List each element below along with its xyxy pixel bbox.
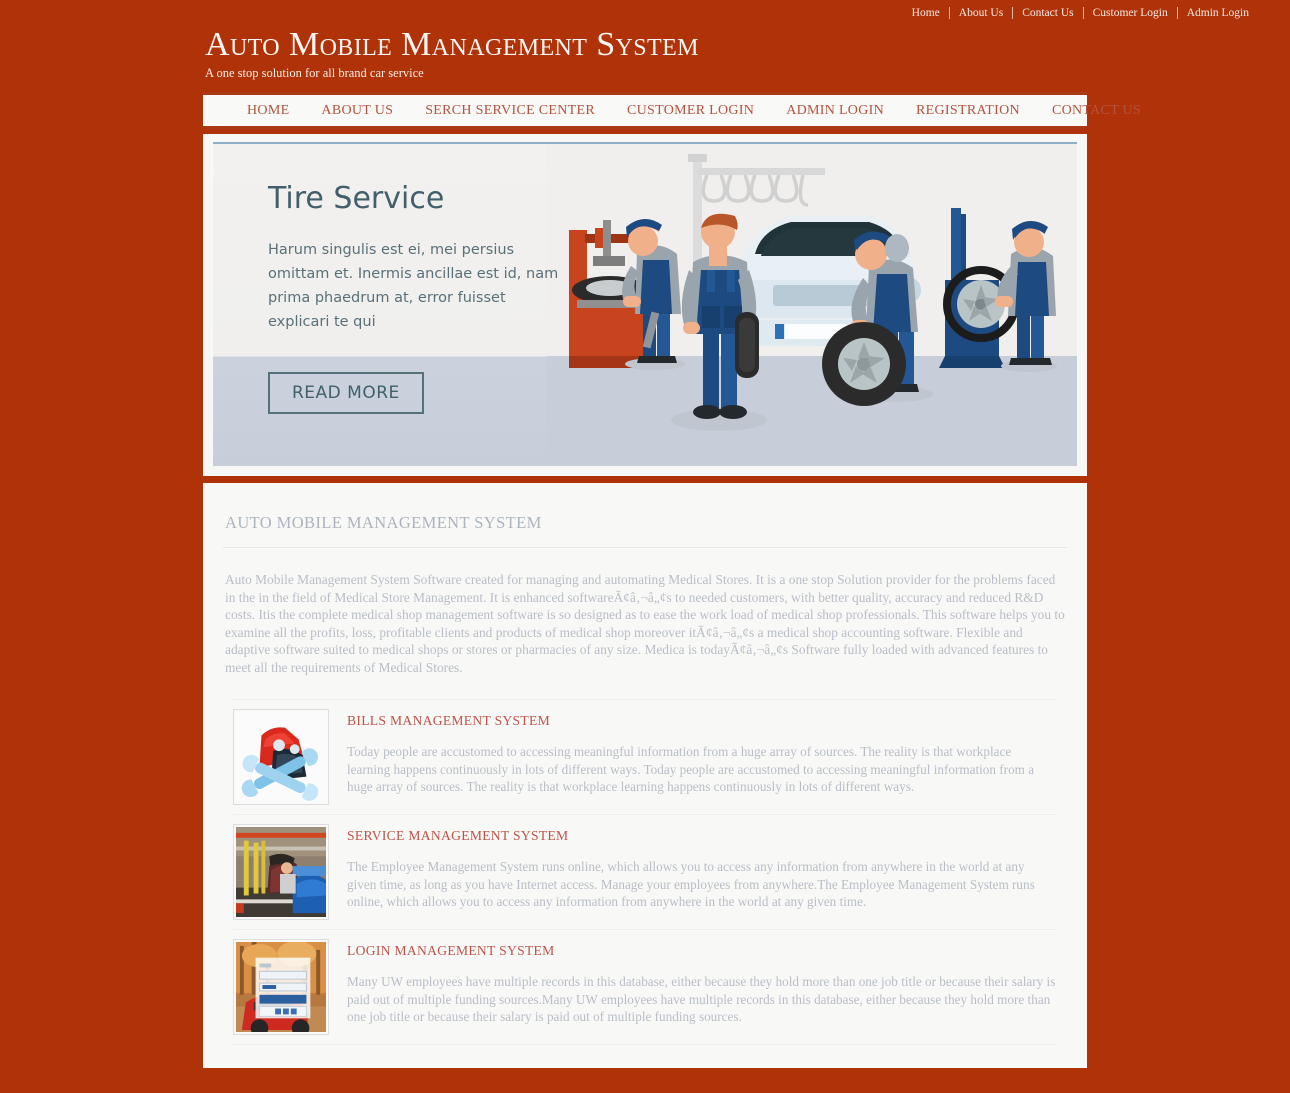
bills-heading: BILLS MANAGEMENT SYSTEM xyxy=(347,713,551,728)
banner-heading: Tire Service xyxy=(268,181,445,216)
loose-wheel xyxy=(822,322,906,406)
page-title: AUTO MOBILE MANAGEMENT SYSTEM xyxy=(225,513,542,532)
site-branding: Auto Mobile Management System A one stop… xyxy=(0,26,1290,81)
bills-body: BILLS MANAGEMENT SYSTEM Today people are… xyxy=(347,709,1057,805)
intro-paragraph: Auto Mobile Management System Software c… xyxy=(225,572,1065,675)
login-text: Many UW employees have multiple records … xyxy=(347,974,1056,1024)
top-link-contact-us[interactable]: Contact Us xyxy=(1013,7,1082,20)
block-divider xyxy=(233,1044,1057,1045)
login-thumbnail[interactable] xyxy=(233,939,329,1035)
block-divider xyxy=(233,699,1057,700)
banner-paragraph: Harum singulis est ei, mei persius omitt… xyxy=(268,242,559,330)
read-more-button[interactable]: READ MORE xyxy=(268,372,424,414)
service-body: SERVICE MANAGEMENT SYSTEM The Employee M… xyxy=(347,824,1057,920)
login-body: LOGIN MANAGEMENT SYSTEM Many UW employee… xyxy=(347,939,1057,1035)
block-divider xyxy=(233,929,1057,930)
site-title: Auto Mobile Management System xyxy=(205,26,699,63)
main-content-card: AUTO MOBILE MANAGEMENT SYSTEM Auto Mobil… xyxy=(203,483,1087,1068)
service-text: The Employee Management System runs onli… xyxy=(347,859,1035,909)
service-thumbnail[interactable] xyxy=(233,824,329,920)
feature-blocks: BILLS MANAGEMENT SYSTEM Today people are… xyxy=(223,699,1067,1045)
nav-item-customer-login[interactable]: CUSTOMER LOGIN xyxy=(611,103,770,119)
main-navigation: HOME ABOUT US SERCH SERVICE CENTER CUSTO… xyxy=(203,92,1141,129)
top-link-home[interactable]: Home xyxy=(903,7,949,20)
top-utility-bar: Home About Us Contact Us Customer Login … xyxy=(0,0,1290,26)
feature-block-service: SERVICE MANAGEMENT SYSTEM The Employee M… xyxy=(223,824,1067,920)
top-link-customer-login[interactable]: Customer Login xyxy=(1084,7,1177,20)
feature-block-bills: BILLS MANAGEMENT SYSTEM Today people are… xyxy=(223,709,1067,805)
feature-block-login: LOGIN MANAGEMENT SYSTEM Many UW employee… xyxy=(223,939,1067,1035)
nav-item-admin-login[interactable]: ADMIN LOGIN xyxy=(770,103,900,119)
nav-item-home[interactable]: HOME xyxy=(203,103,305,119)
red-car-with-wrenches-icon xyxy=(236,712,326,802)
bills-thumbnail[interactable] xyxy=(233,709,329,805)
service-heading: SERVICE MANAGEMENT SYSTEM xyxy=(347,828,569,843)
top-link-about-us[interactable]: About Us xyxy=(950,7,1012,20)
top-links: Home About Us Contact Us Customer Login … xyxy=(903,7,1258,20)
login-form-over-red-car-icon xyxy=(236,942,326,1032)
tire-service-illustration xyxy=(547,144,1077,466)
nav-item-registration[interactable]: REGISTRATION xyxy=(900,103,1036,119)
banner-card: Tire Service Harum singulis est ei, mei … xyxy=(203,134,1087,476)
block-divider xyxy=(233,814,1057,815)
login-heading: LOGIN MANAGEMENT SYSTEM xyxy=(347,943,555,958)
nav-item-contact-us[interactable]: CONTACT US xyxy=(1036,103,1157,119)
car-assembly-line-icon xyxy=(236,827,326,917)
title-divider xyxy=(223,547,1067,548)
banner-text-group: Tire Service Harum singulis est ei, mei … xyxy=(268,182,568,334)
hero-banner: Tire Service Harum singulis est ei, mei … xyxy=(213,142,1077,466)
nav-item-about-us[interactable]: ABOUT US xyxy=(305,103,409,119)
site-tagline: A one stop solution for all brand car se… xyxy=(205,66,424,80)
bills-text: Today people are accustomed to accessing… xyxy=(347,744,1035,794)
nav-item-serch-service-center[interactable]: SERCH SERVICE CENTER xyxy=(409,103,611,119)
top-link-admin-login[interactable]: Admin Login xyxy=(1178,7,1258,20)
